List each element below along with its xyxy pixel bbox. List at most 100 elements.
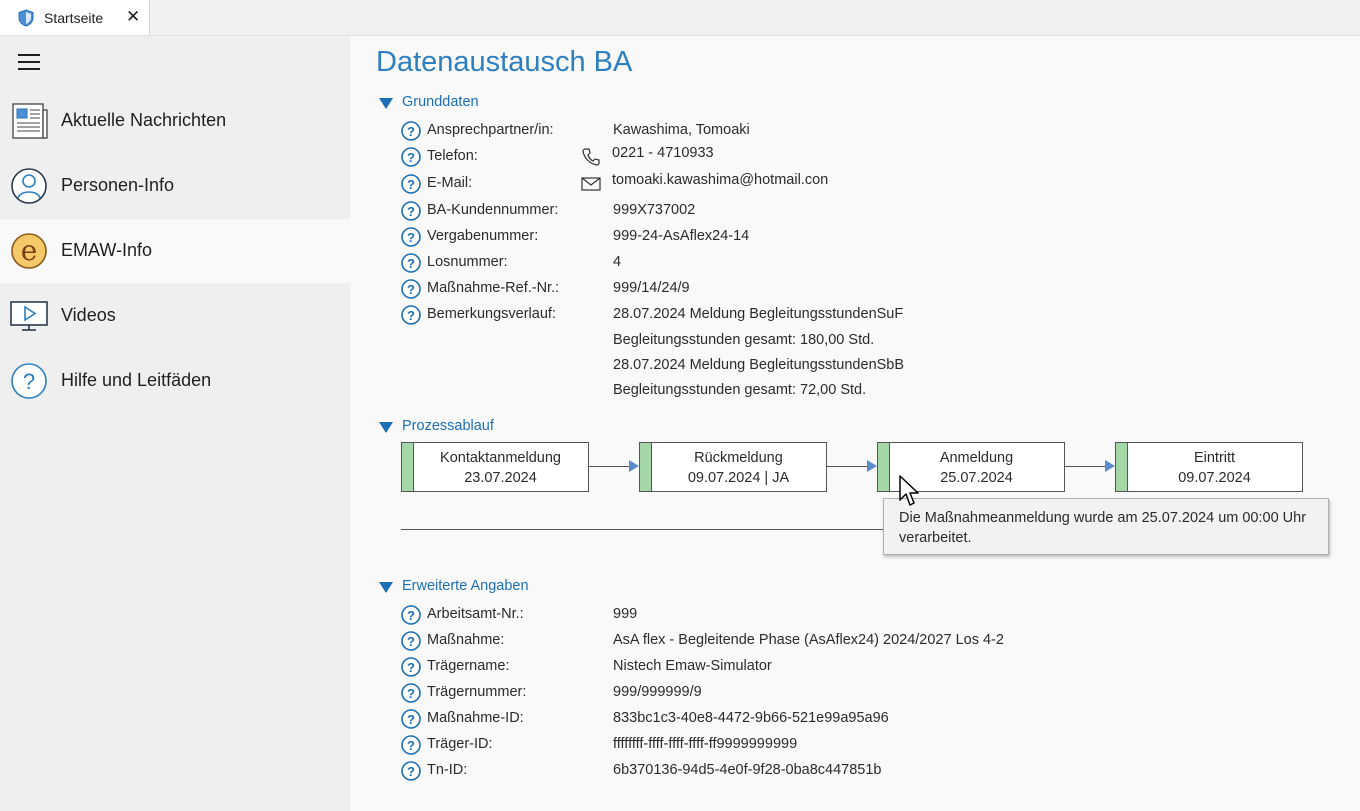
shield-icon: [18, 9, 34, 27]
svg-text:?: ?: [407, 608, 415, 623]
help-icon[interactable]: ?: [401, 631, 421, 651]
svg-text:?: ?: [407, 686, 415, 701]
info-row: ? E-Mail: tomoaki.kawashima@hotmail.con: [401, 172, 1301, 196]
svg-text:?: ?: [407, 204, 415, 219]
phone-icon[interactable]: [581, 147, 601, 167]
help-icon[interactable]: ?: [401, 657, 421, 677]
mouse-cursor-icon: [899, 475, 919, 506]
page-title: Datenaustausch BA: [376, 46, 633, 78]
process-step-kontaktanmeldung[interactable]: Kontaktanmeldung 23.07.2024: [401, 442, 589, 492]
help-circle-icon: ?: [11, 363, 47, 399]
process-step-rueckmeldung[interactable]: Rückmeldung 09.07.2024 | JA: [639, 442, 827, 492]
field-value: Kawashima, Tomoaki: [613, 122, 750, 138]
help-icon[interactable]: ?: [401, 605, 421, 625]
sidebar-item-videos[interactable]: Videos: [0, 284, 350, 348]
info-row: ? Trägername: Nistech Emaw-Simulator: [401, 655, 1301, 679]
sidebar-item-label: Personen-Info: [61, 175, 175, 195]
field-label: Ansprechpartner/in:: [427, 122, 554, 138]
svg-text:e: e: [21, 234, 38, 267]
field-label: Tn-ID:: [427, 762, 468, 778]
help-icon[interactable]: ?: [401, 253, 421, 273]
sidebar-item-aktuelle-nachrichten[interactable]: Aktuelle Nachrichten: [0, 89, 350, 153]
process-step-eintritt[interactable]: Eintritt 09.07.2024: [1115, 442, 1303, 492]
field-label: Maßnahme-ID:: [427, 710, 524, 726]
section-divider: [401, 529, 891, 530]
tab-title: Startseite: [44, 10, 104, 26]
info-row: ? Arbeitsamt-Nr.: 999: [401, 603, 1301, 627]
svg-text:?: ?: [407, 634, 415, 649]
help-icon[interactable]: ?: [401, 227, 421, 247]
sidebar-item-emaw-info[interactable]: e EMAW-Info: [0, 219, 350, 283]
help-icon[interactable]: ?: [401, 305, 421, 325]
field-value: 6b370136-94d5-4e0f-9f28-0ba8c447851b: [613, 762, 882, 778]
sidebar-item-personen-info[interactable]: Personen-Info: [0, 154, 350, 218]
step-title: Eintritt: [1193, 450, 1236, 466]
help-icon[interactable]: ?: [401, 174, 421, 194]
step-detail: 09.07.2024: [1178, 470, 1251, 486]
flow-arrowhead-icon: [629, 460, 639, 472]
flow-arrow-line: [589, 466, 629, 467]
field-value: ffffffff-ffff-ffff-ffff-ff9999999999: [613, 736, 798, 752]
field-label: Arbeitsamt-Nr.:: [427, 606, 524, 622]
svg-text:?: ?: [407, 230, 415, 245]
field-value: Nistech Emaw-Simulator: [613, 658, 772, 674]
help-icon[interactable]: ?: [401, 735, 421, 755]
tooltip-text: verarbeitet.: [899, 530, 972, 546]
section-heading: Erweiterte Angaben: [402, 578, 529, 594]
email-link[interactable]: tomoaki.kawashima@hotmail.con: [612, 172, 828, 188]
svg-text:?: ?: [407, 256, 415, 271]
field-label: Trägernummer:: [427, 684, 527, 700]
help-icon[interactable]: ?: [401, 121, 421, 141]
field-label: Telefon:: [427, 148, 478, 164]
field-label: Trägername:: [427, 658, 510, 674]
info-row: ? Maßnahme-ID: 833bc1c3-40e8-4472-9b66-5…: [401, 707, 1301, 731]
tab-bar: Startseite ✕: [0, 0, 1360, 36]
remark-line: Begleitungsstunden gesamt: 180,00 Std.: [613, 332, 875, 348]
field-label: Losnummer:: [427, 254, 508, 270]
sidebar-item-hilfe[interactable]: ? Hilfe und Leitfäden: [0, 349, 350, 413]
step-detail: 09.07.2024 | JA: [687, 470, 790, 486]
help-icon[interactable]: ?: [401, 147, 421, 167]
help-icon[interactable]: ?: [401, 279, 421, 299]
flow-arrow-line: [1065, 466, 1105, 467]
info-row: ? Tn-ID: 6b370136-94d5-4e0f-9f28-0ba8c44…: [401, 759, 1301, 783]
svg-text:?: ?: [23, 369, 35, 394]
main-content: Datenaustausch BA Grunddaten ? Ansprechp…: [351, 36, 1360, 811]
help-icon[interactable]: ?: [401, 683, 421, 703]
section-heading: Grunddaten: [402, 94, 479, 110]
step-detail: 23.07.2024: [464, 470, 537, 486]
svg-text:?: ?: [407, 177, 415, 192]
step-title: Kontaktanmeldung: [440, 450, 561, 466]
info-row: ? Losnummer: 4: [401, 251, 1301, 275]
hamburger-icon[interactable]: [18, 54, 40, 72]
help-icon[interactable]: ?: [401, 201, 421, 221]
svg-text:?: ?: [407, 124, 415, 139]
sidebar: Aktuelle Nachrichten Personen-Info e EMA…: [0, 36, 350, 811]
field-value: 999X737002: [613, 202, 696, 218]
info-row: ? Telefon: 0221 - 4710933: [401, 145, 1301, 169]
svg-text:?: ?: [407, 308, 415, 323]
info-row: ? Bemerkungsverlauf: 28.07.2024 Meldung …: [401, 303, 1301, 327]
field-value: AsA flex - Begleitende Phase (AsAflex24)…: [613, 632, 1004, 648]
phone-link[interactable]: 0221 - 4710933: [612, 145, 714, 161]
help-icon[interactable]: ?: [401, 761, 421, 781]
field-label: BA-Kundennummer:: [427, 202, 559, 218]
sidebar-item-label: Hilfe und Leitfäden: [61, 370, 212, 390]
info-row: ? Träger-ID: ffffffff-ffff-ffff-ffff-ff9…: [401, 733, 1301, 757]
tab-startseite[interactable]: Startseite ✕: [0, 0, 150, 35]
field-label: E-Mail:: [427, 175, 473, 191]
section-heading: Prozessablauf: [402, 418, 494, 434]
svg-text:?: ?: [407, 660, 415, 675]
emaw-e-icon: e: [11, 233, 47, 269]
close-icon[interactable]: ✕: [126, 8, 140, 26]
info-row: ? Maßnahme: AsA flex - Begleitende Phase…: [401, 629, 1301, 653]
mail-icon[interactable]: [581, 174, 601, 194]
step-title: Rückmeldung: [694, 450, 783, 466]
svg-text:?: ?: [407, 150, 415, 165]
video-monitor-icon: [10, 301, 48, 331]
help-icon[interactable]: ?: [401, 709, 421, 729]
sidebar-item-label: Aktuelle Nachrichten: [61, 110, 227, 130]
info-row: ? Ansprechpartner/in: Kawashima, Tomoaki: [401, 119, 1301, 143]
svg-text:?: ?: [407, 282, 415, 297]
field-label: Träger-ID:: [427, 736, 493, 752]
